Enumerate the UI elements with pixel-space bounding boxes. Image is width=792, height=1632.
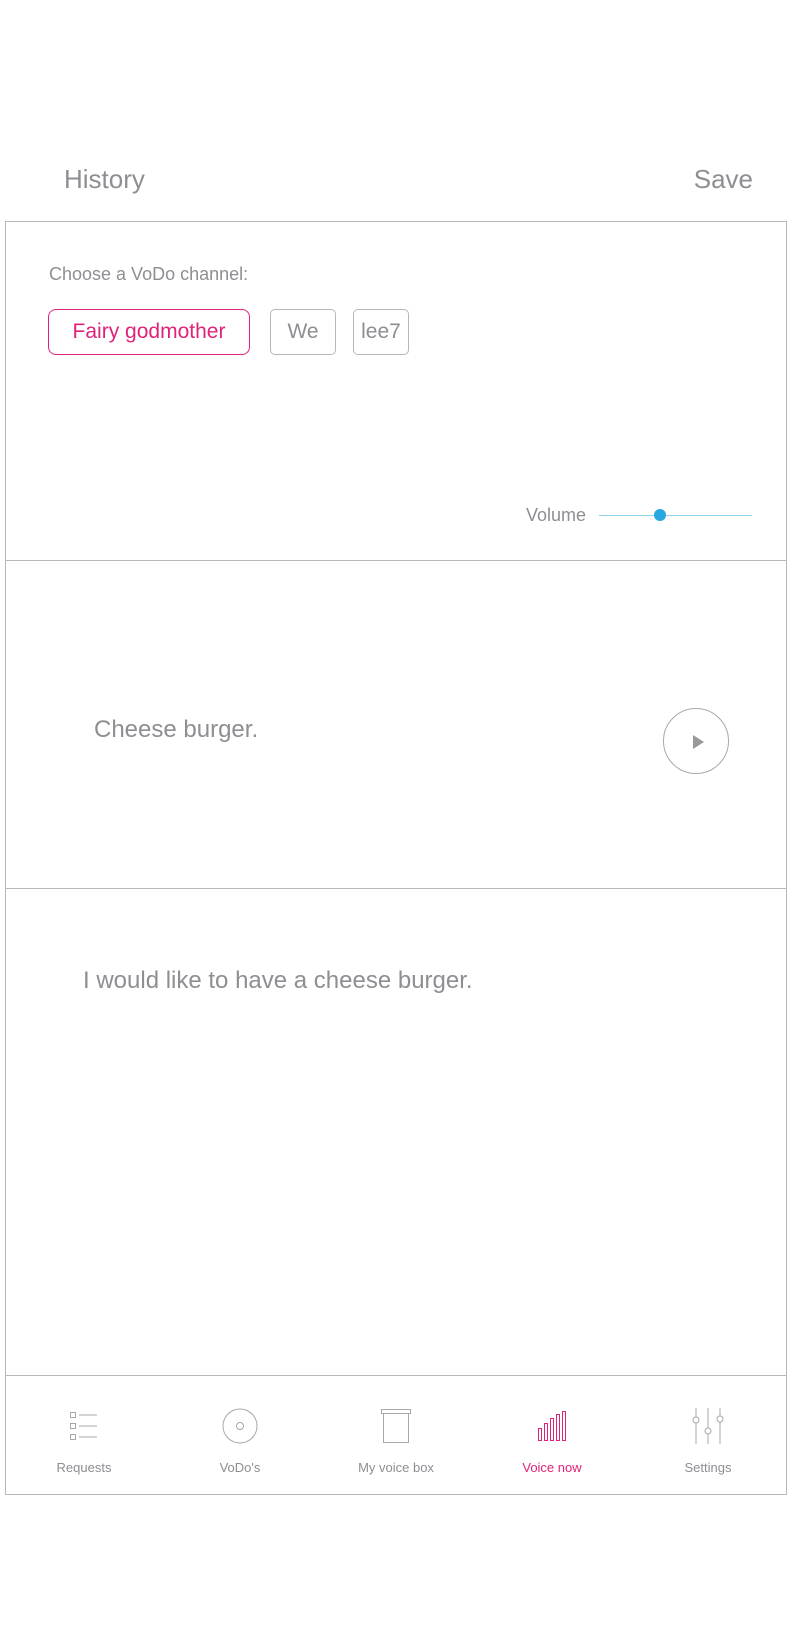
play-button[interactable] [663, 708, 729, 774]
tab-bar: Requests VoDo's My voice box Voice now S… [6, 1376, 786, 1494]
sentence-section: I would like to have a cheese burger. [6, 889, 786, 1376]
channel-chip-we[interactable]: We [270, 309, 336, 355]
channel-chip-lee7[interactable]: lee7 [353, 309, 409, 355]
tab-my-voice-box[interactable]: My voice box [318, 1376, 474, 1494]
tab-label: My voice box [358, 1460, 434, 1475]
history-button[interactable]: History [64, 164, 145, 195]
list-icon [70, 1412, 97, 1440]
tab-vodos[interactable]: VoDo's [162, 1376, 318, 1494]
tab-label: VoDo's [219, 1460, 261, 1475]
tab-voice-now[interactable]: Voice now [474, 1376, 630, 1494]
volume-thumb[interactable] [654, 509, 667, 521]
tab-requests[interactable]: Requests [6, 1376, 162, 1494]
save-button[interactable]: Save [694, 164, 753, 195]
channel-section: Choose a VoDo channel: Fairy godmother W… [6, 222, 786, 561]
volume-label: Volume [526, 505, 587, 525]
voice-bars-icon [538, 1411, 566, 1441]
box-icon [381, 1409, 411, 1443]
sentence-text: I would like to have a cheese burger. [83, 967, 473, 994]
tab-label: Requests [56, 1460, 112, 1475]
main-panel: Choose a VoDo channel: Fairy godmother W… [5, 221, 787, 1495]
volume-track [599, 515, 752, 516]
top-bar: History Save [0, 150, 792, 210]
volume-slider[interactable] [599, 503, 752, 527]
channel-chip-fairy-godmother[interactable]: Fairy godmother [48, 309, 250, 355]
play-icon [693, 735, 704, 749]
tab-settings[interactable]: Settings [630, 1376, 786, 1494]
tab-label: Settings [684, 1460, 732, 1475]
tab-label: Voice now [522, 1460, 582, 1475]
phrase-section: Cheese burger. [6, 561, 786, 889]
phrase-text: Cheese burger. [94, 716, 259, 743]
sliders-icon [692, 1408, 724, 1444]
disc-icon [222, 1408, 258, 1444]
channel-prompt: Choose a VoDo channel: [49, 264, 249, 284]
